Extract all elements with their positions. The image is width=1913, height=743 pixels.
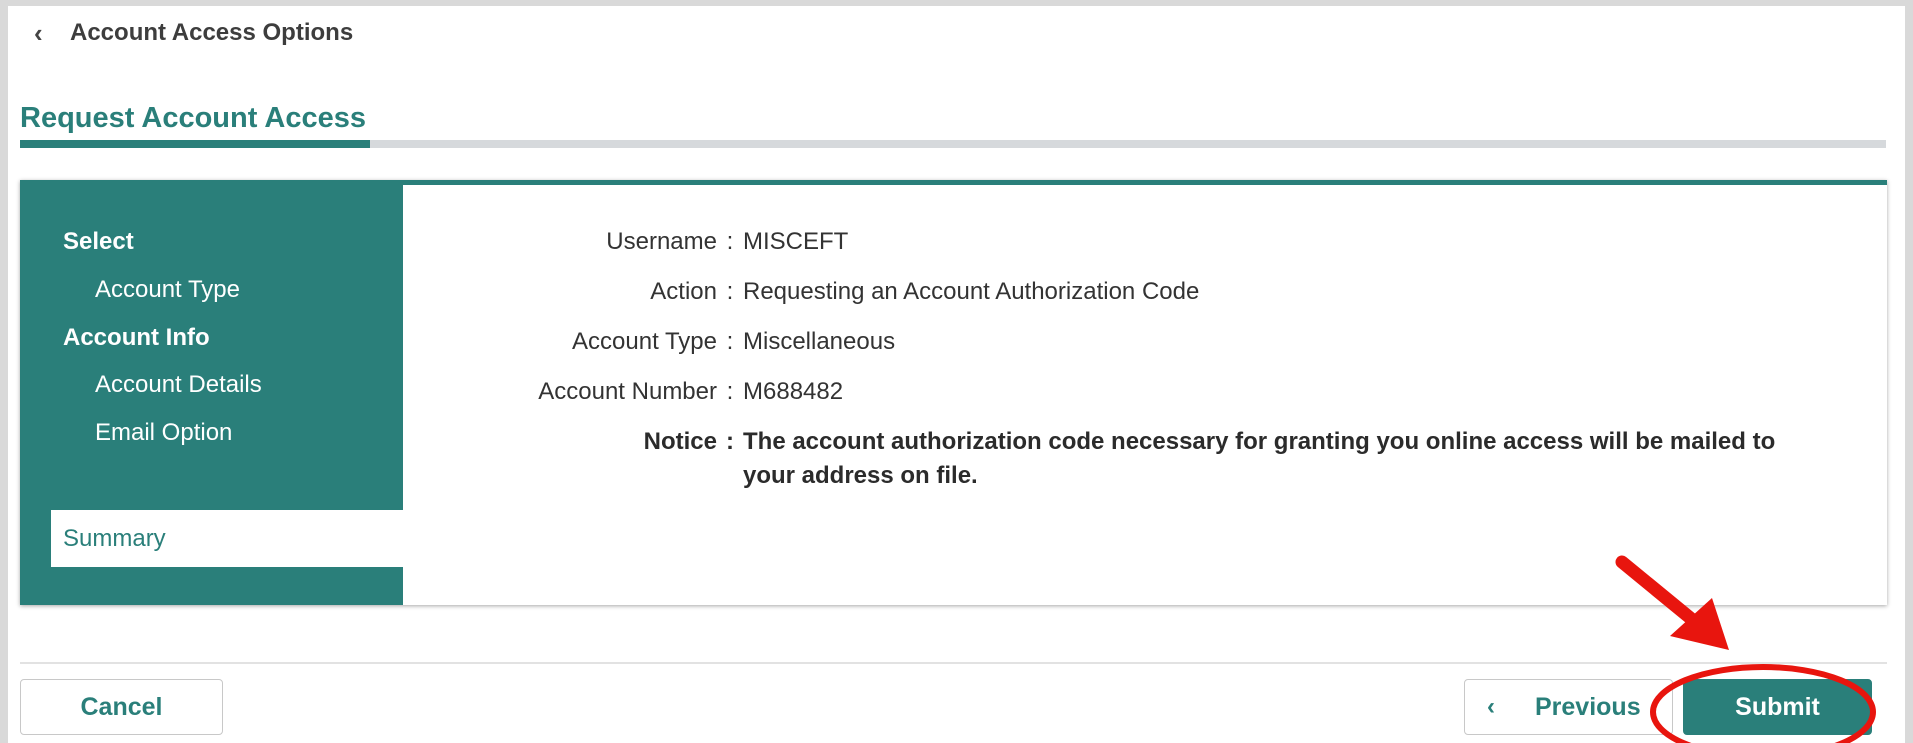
account-type-value: Miscellaneous (743, 328, 896, 355)
username-label: Username (606, 228, 717, 255)
cancel-button[interactable]: Cancel (20, 679, 223, 735)
action-value: Requesting an Account Authorization Code (743, 278, 1200, 305)
title-divider-accent (20, 140, 370, 148)
notice-label: Notice (643, 428, 717, 455)
step-item-account-type[interactable]: Account Type (95, 276, 240, 304)
previous-button-label: Previous (1535, 692, 1641, 721)
notice-value: The account authorization code necessary… (743, 428, 1776, 489)
account-number-value: M688482 (743, 378, 844, 405)
footer-divider (20, 662, 1887, 664)
page-title: Request Account Access (20, 102, 366, 134)
submit-button[interactable]: Submit (1683, 679, 1872, 735)
step-group-select: Select (63, 228, 134, 255)
separator: : (726, 278, 734, 305)
summary-row-username: Username : MISCEFT (403, 225, 1843, 259)
previous-button[interactable]: ‹ Previous (1464, 679, 1673, 735)
separator: : (726, 378, 734, 405)
summary-row-account-number: Account Number : M688482 (403, 375, 1843, 409)
summary-row-account-type: Account Type : Miscellaneous (403, 325, 1843, 359)
step-item-summary[interactable]: Summary (51, 510, 403, 567)
wizard-panel: Select Account Type Account Info Account… (20, 180, 1887, 605)
stepper-sidebar: Select Account Type Account Info Account… (20, 185, 403, 605)
account-number-label: Account Number (538, 378, 717, 405)
step-item-account-details[interactable]: Account Details (95, 371, 262, 399)
page: ‹ Account Access Options Request Account… (8, 6, 1905, 743)
action-label: Action (650, 278, 717, 305)
summary-row-action: Action : Requesting an Account Authoriza… (403, 275, 1843, 309)
back-link[interactable]: ‹ Account Access Options (34, 16, 353, 50)
summary-row-notice: Notice : The account authorization code … (403, 425, 1843, 493)
username-value: MISCEFT (743, 228, 849, 255)
chevron-left-icon: ‹ (1487, 693, 1495, 720)
separator: : (726, 228, 734, 255)
step-item-email-option[interactable]: Email Option (95, 419, 232, 447)
back-link-label: Account Access Options (70, 19, 354, 46)
separator: : (726, 328, 734, 355)
chevron-left-icon: ‹ (34, 18, 43, 48)
step-group-account-info: Account Info (63, 324, 210, 351)
account-type-label: Account Type (572, 328, 717, 355)
separator: : (726, 428, 734, 455)
